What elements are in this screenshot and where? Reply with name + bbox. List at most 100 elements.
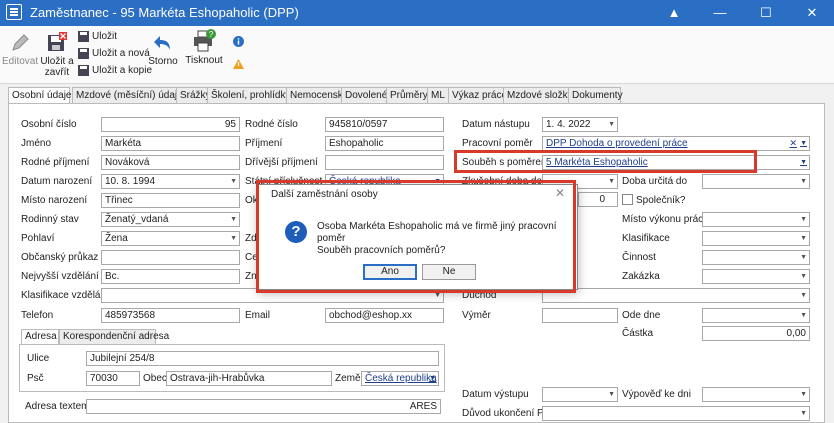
osobni-cislo-label: Osobní číslo: [21, 119, 77, 130]
duvod-ukonceni-select[interactable]: ▼: [542, 406, 810, 421]
ares-button[interactable]: ARES: [410, 401, 437, 412]
adresa-textem-field[interactable]: ARES: [86, 399, 441, 414]
close-button[interactable]: ✕: [792, 0, 832, 26]
tab-ml[interactable]: ML: [427, 87, 449, 103]
tab-srazky[interactable]: Srážky: [176, 87, 211, 103]
spolecnik-checkbox[interactable]: [622, 194, 633, 205]
save-close-button[interactable]: Uložit a zavřít: [40, 32, 74, 78]
zeme-label: Země: [335, 373, 361, 384]
prijmeni-field[interactable]: Eshopaholic: [325, 136, 444, 151]
castka-field[interactable]: 0,00: [702, 326, 810, 341]
clear-icon[interactable]: ✕: [789, 137, 797, 150]
datum-vystupu-field[interactable]: ▼: [542, 387, 618, 402]
telefon-field[interactable]: 485973568: [101, 308, 240, 323]
cancel-button[interactable]: Storno: [148, 32, 178, 67]
rodinny-stav-select[interactable]: Ženatý_vdaná ▼: [101, 212, 240, 227]
save-label: Uložit: [92, 31, 118, 42]
vypoved-field[interactable]: ▼: [702, 387, 810, 402]
castka-label: Částka: [622, 328, 654, 339]
datum-vystupu-label: Datum výstupu: [462, 389, 529, 400]
rodne-cislo-field[interactable]: 945810/0597: [325, 117, 444, 132]
floppy-copy-icon: [78, 64, 89, 76]
klasifikace-label: Klasifikace: [622, 233, 670, 244]
tab-korespondencni-adresa[interactable]: Korespondenční adresa: [59, 329, 169, 344]
save-close-icon: [48, 32, 67, 51]
psc-field[interactable]: 70030: [86, 371, 140, 386]
rodne-prijmeni-field[interactable]: Nováková: [101, 155, 240, 170]
warning-icon[interactable]: [233, 59, 244, 69]
ode-dne-field[interactable]: ▼: [702, 308, 810, 323]
chevron-down-icon: ▼: [800, 292, 807, 299]
misto-vykonu-select[interactable]: ▼: [702, 212, 810, 227]
misto-vykonu-label: Místo výkonu práce: [622, 214, 709, 225]
misto-narozeni-field[interactable]: Třinec: [101, 193, 240, 208]
edit-button[interactable]: Editovat: [2, 32, 38, 67]
chevron-down-icon: ▼: [800, 216, 807, 223]
tab-adresa[interactable]: Adresa: [21, 329, 59, 344]
chevron-down-icon: ▼: [230, 178, 237, 185]
drivejsi-prijmeni-field[interactable]: [325, 155, 444, 170]
datum-narozeni-field[interactable]: 10. 8. 1994 ▼: [101, 174, 240, 189]
email-label: Email: [245, 310, 271, 321]
zeme-select[interactable]: Česká republika ▼: [361, 371, 439, 386]
tab-dovolene[interactable]: Dovolené: [341, 87, 387, 103]
klasifikace-select[interactable]: ▼: [702, 231, 810, 246]
rodinny-stav-value: Ženatý_vdaná: [105, 214, 169, 225]
chevron-down-icon: ▼: [800, 140, 807, 147]
tab-nemocenske[interactable]: Nemocenské: [286, 87, 348, 103]
obec-label: Obec: [143, 373, 167, 384]
obec-field[interactable]: Ostrava-jih-Hrabůvka: [166, 371, 332, 386]
save-copy-label: Uložit a kopie: [92, 65, 153, 76]
cinnost-label: Činnost: [622, 252, 656, 263]
print-button[interactable]: ? Tisknout: [184, 29, 224, 66]
vymer-field[interactable]: [542, 308, 618, 323]
zkusebni-stepper[interactable]: 0: [578, 192, 618, 207]
tab-osobni-udaje[interactable]: Osobní údaje: [8, 87, 72, 104]
obcansky-prukaz-label: Občanský průkaz: [21, 252, 99, 263]
spolecnik-label: Společník?: [636, 195, 686, 206]
obcansky-prukaz-field[interactable]: [101, 250, 240, 265]
vertical-scrollbar[interactable]: [825, 84, 834, 423]
tab-mzdove-udaje[interactable]: Mzdové (měsíční) údaje: [72, 87, 183, 103]
save-button[interactable]: Uložit: [78, 29, 117, 45]
klasifikace-vzdelani-label: Klasifikace vzdělání: [21, 290, 109, 301]
zakazka-label: Zakázka: [622, 271, 660, 282]
tab-skoleni[interactable]: Školení, prohlídky: [207, 87, 291, 103]
osobni-cislo-field[interactable]: 95: [101, 117, 240, 132]
save-copy-button[interactable]: Uložit a kopie: [78, 63, 152, 79]
ulice-field[interactable]: Jubilejní 254/8: [86, 351, 439, 366]
jmeno-field[interactable]: Markéta: [101, 136, 240, 151]
vzdelani-field[interactable]: Bc.: [101, 269, 240, 284]
tab-mzdove-slozky[interactable]: Mzdové složky: [503, 87, 573, 103]
vzdelani-label: Nejvyšší vzdělání: [21, 271, 99, 282]
chevron-down-icon: ▼: [800, 312, 807, 319]
telefon-label: Telefon: [21, 310, 54, 321]
chevron-down-icon: ▼: [800, 410, 807, 417]
window-title: Zaměstnanec - 95 Markéta Eshopaholic (DP…: [30, 5, 299, 20]
prijmeni-label: Příjmení: [245, 138, 283, 149]
info-icon[interactable]: [233, 36, 244, 47]
tab-prumery[interactable]: Průměry: [386, 87, 428, 103]
psc-label: Psč: [27, 373, 44, 384]
datum-nastupu-field[interactable]: 1. 4. 2022 ▼: [542, 117, 618, 132]
doba-urcita-label: Doba určitá do: [622, 176, 688, 187]
email-field[interactable]: obchod@eshop.xx: [325, 308, 444, 323]
print-label: Tisknout: [185, 55, 223, 66]
pracovni-pomer-select[interactable]: DPP Dohoda o provedení práce ✕ ▼: [542, 136, 810, 151]
duvod-ukonceni-label: Důvod ukončení PP: [462, 408, 551, 419]
zakazka-select[interactable]: ▼: [702, 269, 810, 284]
pin-icon[interactable]: ▲: [654, 0, 694, 26]
tab-dokumenty[interactable]: Dokumenty: [568, 87, 623, 103]
duchod-select[interactable]: ▼: [542, 288, 810, 303]
floppy-icon: [78, 30, 89, 42]
cinnost-select[interactable]: ▼: [702, 250, 810, 265]
maximize-button[interactable]: ☐: [746, 0, 786, 26]
doba-urcita-field[interactable]: ▼: [702, 174, 810, 189]
pohlavi-select[interactable]: Žena ▼: [101, 231, 240, 246]
chevron-down-icon: ▼: [608, 121, 615, 128]
zeme-value: Česká republika: [365, 373, 437, 384]
save-new-button[interactable]: Uložit a nová: [78, 46, 150, 62]
ode-dne-label: Ode dne: [622, 310, 661, 321]
minimize-button[interactable]: —: [700, 0, 740, 26]
tab-vykaz-prace[interactable]: Výkaz práce: [448, 87, 507, 103]
